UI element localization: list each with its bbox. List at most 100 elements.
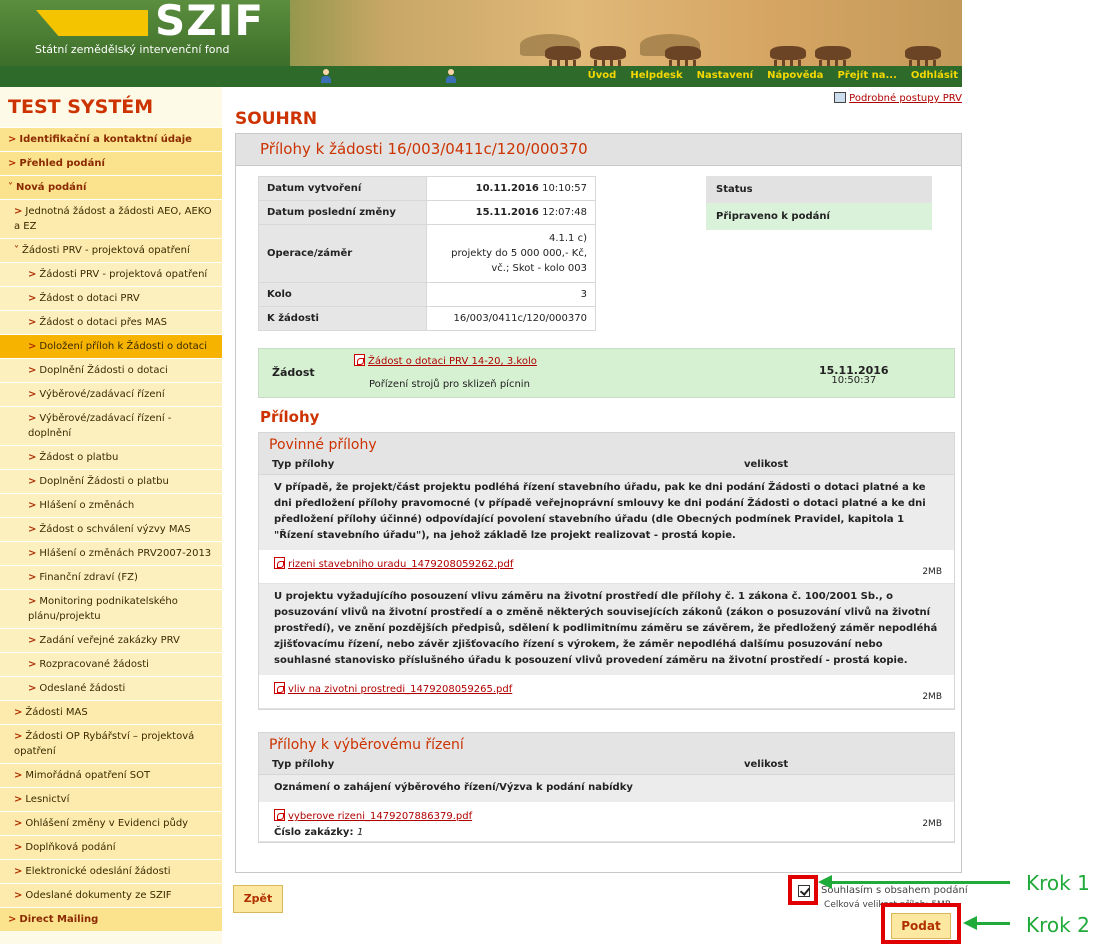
nav-uvod[interactable]: Úvod [588,70,617,81]
agree-label: Souhlasím s obsahem podání [821,885,968,896]
sidebar-item[interactable]: > Přehled podání [0,151,222,175]
logo-text: SZIF [155,0,265,45]
sidebar-item[interactable]: > Žádosti MAS [0,700,222,724]
sidebar-item[interactable]: > Doplnění Žádosti o platbu [0,469,222,493]
sidebar-item[interactable]: > Výběrové/zadávací řízení [0,382,222,406]
back-button[interactable]: Zpět [233,885,283,913]
sidebar-item[interactable]: > Žádost o schválení výzvy MAS [0,517,222,541]
chevron-right-icon: > [14,707,23,718]
sidebar-item[interactable]: ˅ Žádosti PRV - projektová opatření [0,238,222,262]
sidebar-item[interactable]: > Žádost o dotaci PRV [0,286,222,310]
attachment-file-link[interactable]: rizeni stavebniho uradu_1479208059262.pd… [274,557,513,570]
sidebar-item[interactable]: > Doplnění Žádosti o dotaci [0,358,222,382]
column-header: Typ přílohy velikost [259,755,954,775]
sidebar-item-label: Doplnění Žádosti o dotaci [39,365,168,376]
attachment-description: U projektu vyžadujícího posouzení vlivu … [259,584,954,675]
sidebar-item[interactable]: > Finanční zdraví (FZ) [0,565,222,589]
status-label: Status [706,176,932,203]
pdf-icon [354,354,365,366]
chevron-right-icon: > [8,914,17,925]
request-label: Žádost [272,366,315,379]
sidebar-item-label: Elektronické odeslání žádosti [25,866,171,877]
sidebar-item[interactable]: > Monitoring podnikatelského plánu/projek… [0,589,222,628]
sidebar-item[interactable]: > Ohlášení změny v Evidenci půdy [0,811,222,835]
sidebar-item[interactable]: > Identifikační a kontaktní údaje [0,127,222,151]
sidebar-item-label: Direct Mailing [19,914,99,925]
nav-prejit-na[interactable]: Přejít na... [837,70,896,81]
chevron-right-icon: > [14,818,23,829]
sidebar-item[interactable]: > Rozpracované žádosti [0,652,222,676]
cow-silhouette [665,46,701,66]
sidebar-item-label: Monitoring podnikatelského plánu/projekt… [28,596,178,622]
sidebar-menu: > Identifikační a kontaktní údaje > Přehled… [0,127,222,931]
manual-link-label: Podrobné postupy PRV [849,93,962,104]
sidebar-item-label: Rozpracované žádosti [39,659,149,670]
panel-title: Přílohy k žádosti 16/003/0411c/120/00037… [236,134,961,166]
chevron-right-icon: > [28,341,37,352]
sidebar-item[interactable]: > Výběrové/zadávací řízení - doplnění [0,406,222,445]
sidebar-item[interactable]: ˅ Nová podání [0,175,222,199]
sidebar-item[interactable]: > Odeslané dokumenty ze SZIF [0,883,222,907]
chevron-right-icon: > [28,572,37,583]
attachment-description: Oznámení o zahájení výběrového řízení/Vý… [259,775,954,802]
submit-button[interactable]: Podat [891,913,951,939]
nav-nastaveni[interactable]: Nastavení [697,70,753,81]
sidebar-item-label: Žádosti PRV - projektová opatření [39,269,208,280]
attachment-file-link[interactable]: vyberove rizeni_1479207886379.pdf [274,809,472,822]
sidebar-item[interactable]: > Jednotná žádost a žádosti AEO, AEKO a E… [0,199,222,238]
sidebar-item[interactable]: > Hlášení o změnách [0,493,222,517]
sidebar-item[interactable]: > Elektronické odeslání žádosti [0,859,222,883]
sidebar-item[interactable]: > Žádost o dotaci přes MAS [0,310,222,334]
sidebar-item[interactable]: > Lesnictví [0,787,222,811]
sidebar-item-label: Žádost o dotaci přes MAS [39,317,168,328]
chevron-right-icon: > [14,866,23,877]
chevron-right-icon: > [28,365,37,376]
sidebar-item[interactable]: > Mimořádná opatření SOT [0,763,222,787]
sidebar-item[interactable]: > Odeslané žádosti [0,676,222,700]
sidebar-item[interactable]: > Žádosti OP Rybářství – projektová opatř… [0,724,222,763]
attachment-row: vyberove rizeni_1479207886379.pdf 2MB Čí… [259,802,954,842]
attachment-description: V případě, že projekt/část projektu podl… [259,475,954,550]
request-pdf-link[interactable]: Žádost o dotaci PRV 14-20, 3.kolo [354,354,537,367]
attachment-file-link[interactable]: vliv na zivotni prostredi_1479208059265.… [274,682,512,695]
nav-odhlasit[interactable]: Odhlásit [911,70,958,81]
logo[interactable]: SZIF Státní zemědělský intervenční fond [0,0,290,66]
logo-subtitle: Státní zemědělský intervenční fond [35,43,230,56]
chevron-right-icon: > [28,659,37,670]
sidebar-item[interactable]: > Žádosti PRV - projektová opatření [0,262,222,286]
sidebar-item-label: Ohlášení změny v Evidenci půdy [25,818,189,829]
chevron-right-icon: > [14,842,23,853]
sidebar-item[interactable]: > Žádost o platbu [0,445,222,469]
nav-napoveda[interactable]: Nápověda [767,70,823,81]
sidebar-item-label: Žádosti PRV - projektová opatření [22,245,190,256]
sidebar-item[interactable]: > Doložení příloh k Žádosti o dotaci [0,334,222,358]
agree-checkbox[interactable] [798,885,810,897]
operation-label: Operace/záměr [258,224,427,283]
sidebar-item[interactable]: > Zadání veřejné zakázky PRV [0,628,222,652]
sidebar-item-label: Výběrové/zadávací řízení [39,389,165,400]
step2-highlight: Podat [881,903,961,944]
sidebar-item-label: Žádosti OP Rybářství – projektová opatře… [14,731,195,757]
chevron-right-icon: > [28,413,37,424]
top-navigation: Úvod Helpdesk Nastavení Nápověda Přejít … [0,66,962,87]
user-icon[interactable] [445,69,457,83]
attachment-row: vliv na zivotni prostredi_1479208059265.… [259,675,954,709]
step1-label: Krok 1 [1026,871,1090,895]
sidebar-item[interactable]: > Hlášení o změnách PRV2007-2013 [0,541,222,565]
chevron-right-icon: > [28,500,37,511]
chevron-right-icon: > [28,389,37,400]
chevron-right-icon: > [14,206,23,217]
page-title: SOUHRN [235,109,318,129]
modified-label: Datum poslední změny [258,200,427,225]
manual-link[interactable]: Podrobné postupy PRV [834,92,962,104]
sidebar-item[interactable]: > Doplňková podání [0,835,222,859]
sidebar-item-label: Žádost o dotaci PRV [39,293,140,304]
pdf-icon [274,682,285,694]
user-icon[interactable] [320,69,332,83]
nav-helpdesk[interactable]: Helpdesk [630,70,682,81]
request-value: 16/003/0411c/120/000370 [426,306,596,331]
chevron-right-icon: > [28,683,37,694]
attachment-size: 2MB [922,692,942,702]
sidebar-item[interactable]: > Direct Mailing [0,907,222,931]
request-label: K žádosti [258,306,427,331]
